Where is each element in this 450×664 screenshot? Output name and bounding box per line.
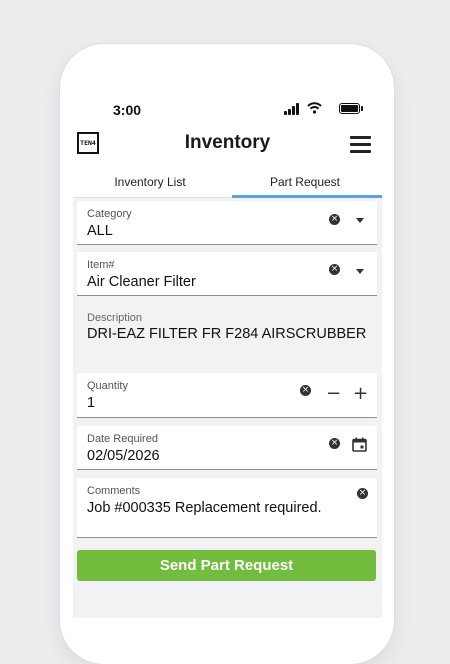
description-label: Description [87, 312, 143, 324]
status-time: 3:00 [113, 102, 142, 118]
category-label: Category [87, 208, 132, 220]
description-value: DRI-EAZ FILTER FR F284 AIRSCRUBBER [87, 326, 367, 342]
battery-icon [339, 103, 363, 114]
description-field: Description DRI-EAZ FILTER FR F284 AIRSC… [77, 303, 377, 369]
comments-label: Comments [87, 485, 141, 497]
quantity-stepper[interactable]: Quantity 1 × − + [77, 373, 377, 418]
category-dropdown-icon[interactable] [356, 218, 364, 223]
comments-value: Job #000335 Replacement required. [87, 500, 322, 516]
date-required-value: 02/05/2026 [87, 448, 160, 464]
date-clear-icon[interactable]: × [329, 438, 340, 449]
tab-bar: Inventory List Part Request [73, 167, 382, 198]
category-clear-icon[interactable]: × [329, 214, 340, 225]
category-value: ALL [87, 223, 113, 239]
item-select[interactable]: Item# Air Cleaner Filter × [77, 252, 377, 296]
quantity-decrement-button[interactable]: − [326, 385, 341, 403]
quantity-value[interactable]: 1 [87, 395, 95, 411]
quantity-clear-icon[interactable]: × [300, 385, 311, 396]
date-required-field[interactable]: Date Required 02/05/2026 × [77, 426, 377, 470]
cellular-signal-icon [284, 103, 300, 115]
item-value: Air Cleaner Filter [87, 274, 196, 290]
send-part-request-button[interactable]: Send Part Request [77, 550, 376, 581]
comments-field[interactable]: Comments Job #000335 Replacement require… [77, 478, 377, 538]
date-required-label: Date Required [87, 433, 158, 445]
calendar-icon[interactable] [352, 437, 367, 452]
status-bar: 3:00 [73, 88, 382, 128]
page-title: Inventory [184, 132, 271, 153]
item-dropdown-icon[interactable] [356, 269, 364, 274]
quantity-label: Quantity [87, 380, 128, 392]
wifi-icon [307, 102, 322, 114]
category-select[interactable]: Category ALL × [77, 201, 377, 245]
comments-clear-icon[interactable]: × [357, 488, 368, 499]
tab-inventory-list[interactable]: Inventory List [73, 167, 227, 197]
quantity-increment-button[interactable]: + [353, 385, 368, 403]
hamburger-menu-icon[interactable] [350, 136, 371, 153]
item-label: Item# [87, 259, 115, 271]
status-icons [280, 102, 363, 115]
tab-part-request[interactable]: Part Request [228, 167, 382, 198]
item-clear-icon[interactable]: × [329, 264, 340, 275]
app-screen: 3:00 TEN4 Inventory Inventory List Part … [73, 88, 382, 618]
